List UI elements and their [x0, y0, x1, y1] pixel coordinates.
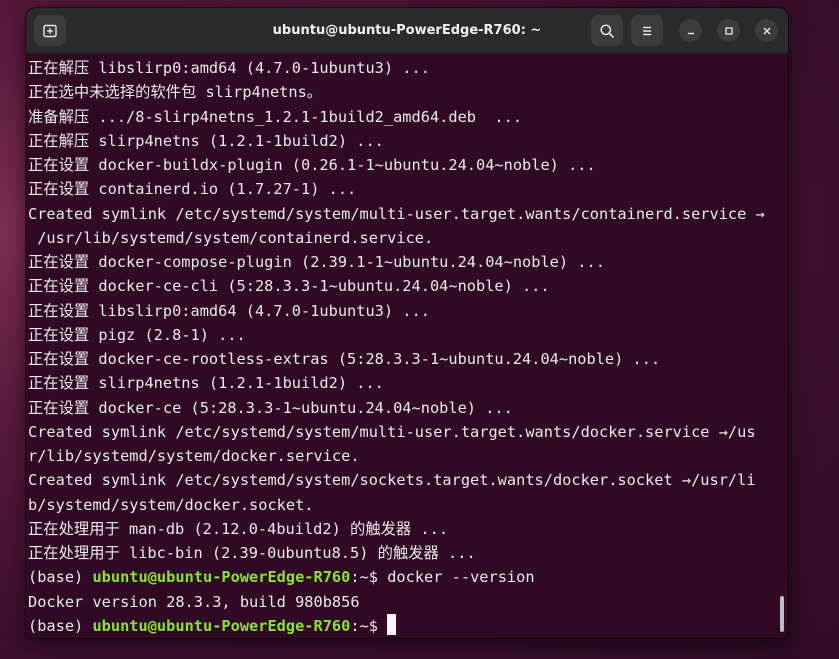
close-icon	[763, 27, 770, 34]
new-tab-button[interactable]	[34, 15, 66, 46]
terminal-line: 正在解压 libslirp0:amd64 (4.7.0-1ubuntu3) ..…	[28, 59, 430, 77]
hamburger-menu-icon	[643, 26, 651, 35]
conda-env-label: (base)	[28, 616, 93, 635]
terminal-line: 正在设置 docker-ce-rootless-extras (5:28.3.3…	[28, 350, 661, 368]
search-button[interactable]	[591, 15, 623, 46]
prompt-user-host: ubuntu@ubuntu-PowerEdge-R760	[92, 616, 351, 635]
terminal-line: 正在设置 containerd.io (1.7.27-1) ...	[28, 180, 357, 199]
terminal-line: 正在处理用于 man-db (2.12.0-4build2) 的触发器 ...	[28, 519, 449, 538]
maximize-icon	[724, 26, 733, 35]
terminal-line: 正在处理用于 libc-bin (2.39-0ubuntu8.5) 的触发器 .…	[28, 544, 476, 562]
conda-env-label: (base)	[28, 568, 93, 587]
terminal-output[interactable]: 正在解压 libslirp0:amd64 (4.7.0-1ubuntu3) ..…	[26, 54, 788, 638]
close-button[interactable]	[755, 19, 778, 42]
menu-button[interactable]	[631, 15, 663, 46]
terminal-line: Created symlink /etc/systemd/system/mult…	[28, 422, 756, 441]
prompt-line: (base) ubuntu@ubuntu-PowerEdge-R760:~$ d…	[28, 565, 788, 589]
prompt-user-host: ubuntu@ubuntu-PowerEdge-R760	[92, 568, 351, 587]
terminal-line: /usr/lib/systemd/system/containerd.servi…	[28, 228, 434, 247]
terminal-line: 正在选中未选择的软件包 slirp4netns。	[28, 83, 323, 102]
minimize-icon	[687, 32, 694, 34]
prompt-suffix: :~$	[350, 616, 388, 635]
title-bar: ubuntu@ubuntu-PowerEdge-R760: ~	[26, 8, 788, 54]
terminal-line: 正在设置 pigz (2.8-1) ...	[28, 325, 246, 344]
terminal-line: 正在设置 docker-buildx-plugin (0.26.1-1~ubun…	[28, 156, 596, 174]
terminal-window: ubuntu@ubuntu-PowerEdge-R760: ~ 正在解压 lib…	[26, 8, 788, 638]
terminal-line: b/systemd/system/docker.socket.	[28, 495, 314, 514]
window-title: ubuntu@ubuntu-PowerEdge-R760: ~	[272, 23, 542, 38]
command-text: docker --version	[387, 568, 535, 587]
terminal-line: 正在设置 slirp4netns (1.2.1-1build2) ...	[28, 374, 384, 393]
terminal-line: r/lib/systemd/system/docker.service.	[28, 447, 360, 465]
terminal-line: 正在设置 docker-ce (5:28.3.3-1~ubuntu.24.04~…	[28, 398, 513, 417]
terminal-line: 正在设置 docker-compose-plugin (2.39.1-1~ubu…	[28, 253, 605, 271]
text-cursor	[387, 613, 397, 635]
terminal-line: 准备解压 .../8-slirp4netns_1.2.1-1build2_amd…	[28, 107, 523, 126]
terminal-line: Created symlink /etc/systemd/system/sock…	[28, 471, 756, 490]
prompt-suffix: :~$	[350, 568, 388, 587]
terminal-line: 正在解压 slirp4netns (1.2.1-1build2) ...	[28, 131, 384, 150]
terminal-line: 正在设置 docker-ce-cli (5:28.3.3-1~ubuntu.24…	[28, 277, 550, 296]
new-tab-icon	[43, 24, 57, 37]
terminal-line: 正在设置 libslirp0:amd64 (4.7.0-1ubuntu3) ..…	[28, 301, 430, 320]
active-prompt-line[interactable]: (base) ubuntu@ubuntu-PowerEdge-R760:~$	[28, 613, 788, 638]
maximize-button[interactable]	[717, 19, 740, 42]
search-icon	[600, 23, 614, 38]
minimize-button[interactable]	[679, 19, 702, 42]
terminal-line: Created symlink /etc/systemd/system/mult…	[28, 204, 765, 223]
command-output: Docker version 28.3.3, build 980b856	[28, 592, 360, 611]
scrollbar-thumb[interactable]	[780, 596, 784, 632]
